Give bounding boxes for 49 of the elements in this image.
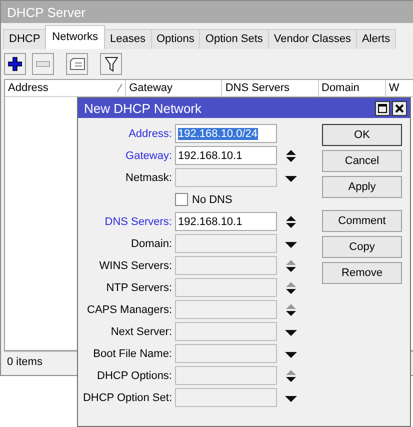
field-label: Gateway:: [124, 150, 173, 162]
plus-icon: [8, 57, 22, 71]
maximize-button[interactable]: [375, 100, 390, 116]
dialog-title: New DHCP Network: [84, 100, 202, 116]
column-header[interactable]: DNS Servers: [222, 80, 318, 96]
input-field[interactable]: 192.168.10.1: [175, 146, 277, 165]
input-field[interactable]: 192.168.10.1: [175, 212, 277, 231]
field-label: WINS Servers:: [98, 260, 173, 272]
dialog-button[interactable]: Copy: [322, 236, 402, 258]
filter-button[interactable]: [100, 53, 122, 75]
dialog-button[interactable]: Cancel: [322, 150, 402, 172]
tab[interactable]: Alerts: [356, 29, 396, 49]
maximize-icon: [378, 104, 387, 112]
field-label: Next Server:: [110, 326, 173, 338]
no-dns-checkbox[interactable]: [175, 193, 188, 206]
column-header[interactable]: Gateway: [126, 80, 222, 96]
field-label: Netmask:: [124, 172, 173, 184]
add-button[interactable]: [4, 53, 26, 75]
field-label: Domain:: [130, 238, 173, 250]
minus-icon: [36, 61, 50, 67]
dialog-button[interactable]: Remove: [322, 262, 402, 284]
checkbox-label: No DNS: [192, 194, 232, 206]
window-title: DHCP Server: [1, 1, 413, 23]
tab[interactable]: Options: [150, 29, 200, 49]
tab[interactable]: Leases: [104, 29, 152, 49]
tab[interactable]: Option Sets: [199, 29, 269, 49]
dialog-button[interactable]: Comment: [322, 210, 402, 232]
field-label: DHCP Option Set:: [82, 392, 173, 404]
input-field[interactable]: 192.168.10.0/24: [175, 124, 277, 143]
field-label: Address:: [128, 128, 173, 140]
column-header[interactable]: Address: [5, 80, 126, 96]
field-label: NTP Servers:: [105, 282, 173, 294]
column-header[interactable]: Domain: [318, 80, 386, 96]
tab[interactable]: Networks: [45, 25, 106, 49]
field-label: DNS Servers:: [104, 216, 173, 228]
status-text: 0 items: [6, 356, 42, 368]
note-icon: [70, 58, 84, 70]
close-button[interactable]: [392, 100, 407, 116]
tab[interactable]: Vendor Classes: [268, 29, 357, 49]
filter-icon: [104, 56, 118, 72]
tab[interactable]: DHCP: [3, 29, 46, 49]
column-header[interactable]: W: [386, 80, 413, 96]
dialog-button[interactable]: Apply: [322, 176, 402, 198]
field-label: CAPS Managers:: [86, 304, 173, 316]
close-icon: [395, 104, 404, 112]
field-label: DHCP Options:: [96, 370, 173, 382]
comment-button[interactable]: [66, 53, 88, 75]
dialog-button[interactable]: OK: [322, 124, 402, 146]
field-label: Boot File Name:: [92, 348, 173, 360]
